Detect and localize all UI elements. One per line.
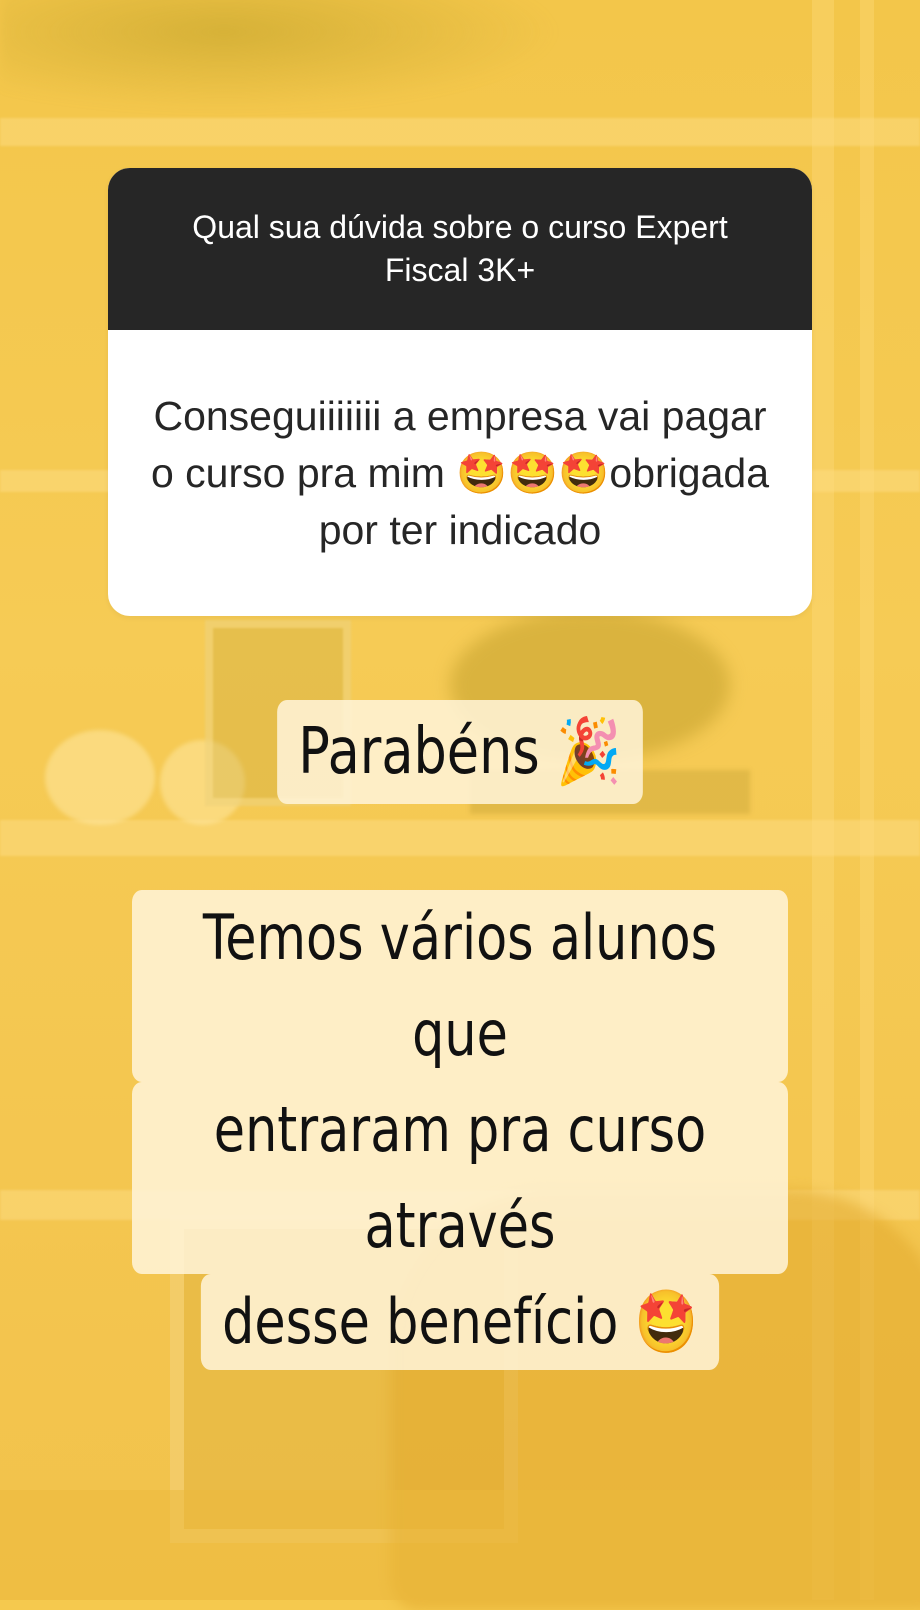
caption-line: Parabéns 🎉 [276, 700, 644, 804]
background-shelf [0, 118, 920, 146]
background-shelf [0, 820, 920, 856]
question-sticker[interactable]: Qual sua dúvida sobre o curso Expert Fis… [108, 168, 812, 616]
question-answer-text: Conseguiiiiiii a empresa vai pagar o cur… [150, 392, 770, 553]
caption-students[interactable]: Temos vários alunos que entraram pra cur… [132, 890, 788, 1370]
background-plant [0, 0, 560, 110]
caption-line: Temos vários alunos que [132, 890, 788, 1082]
caption-line: entraram pra curso através [132, 1082, 788, 1274]
question-prompt: Qual sua dúvida sobre o curso Expert Fis… [192, 209, 728, 288]
caption-congrats[interactable]: Parabéns 🎉 [247, 700, 673, 804]
caption-line: desse benefício 🤩 [200, 1274, 720, 1370]
background-floor [0, 1490, 920, 1600]
question-sticker-answer: Conseguiiiiiii a empresa vai pagar o cur… [108, 330, 812, 616]
question-sticker-header: Qual sua dúvida sobre o curso Expert Fis… [108, 168, 812, 330]
background-vase [45, 730, 155, 825]
